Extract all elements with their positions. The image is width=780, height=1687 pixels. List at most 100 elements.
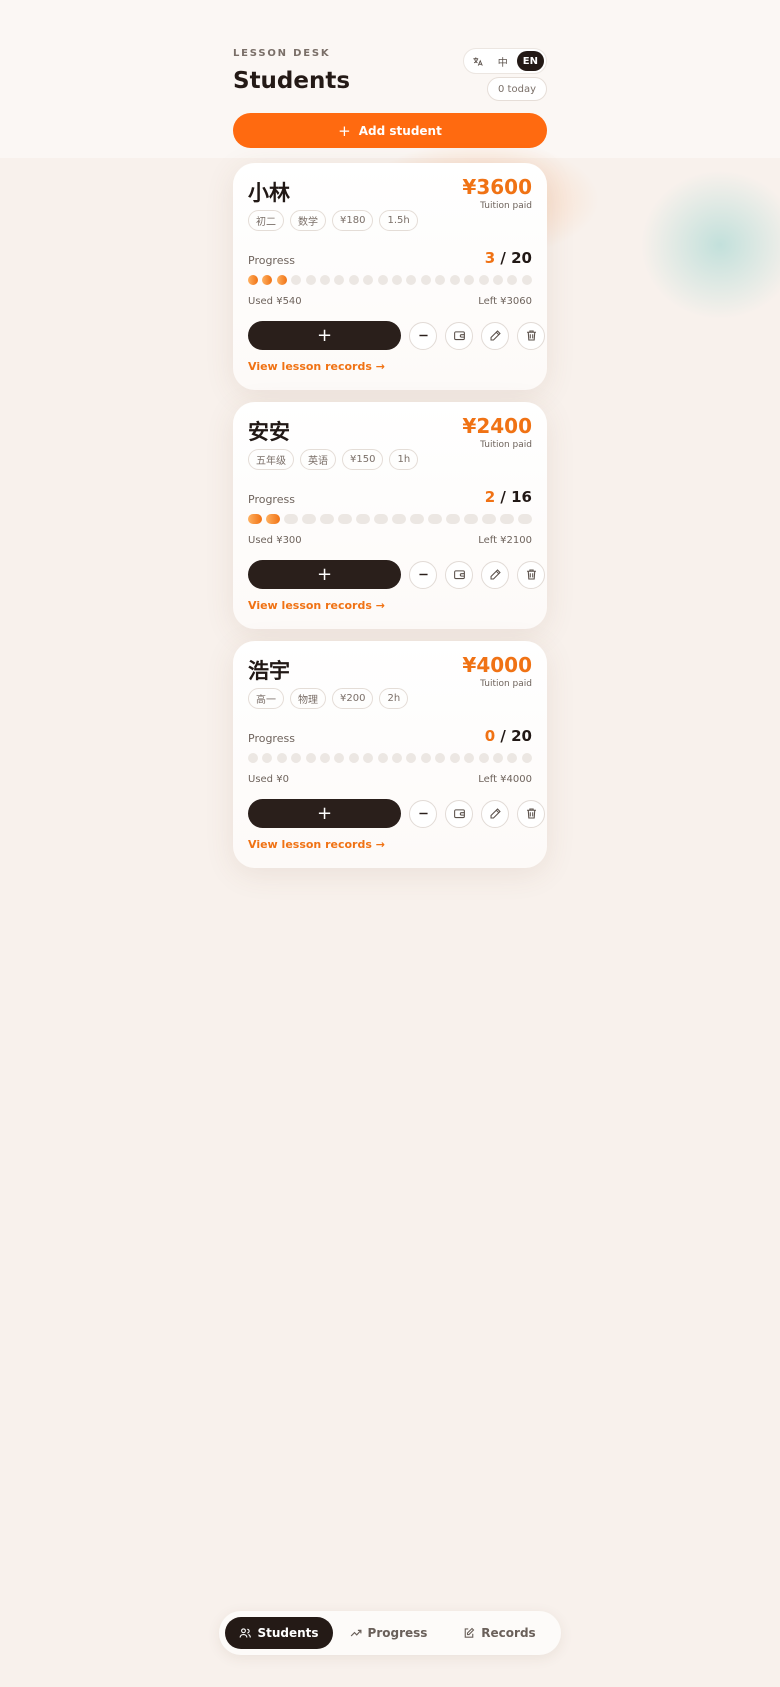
nav-progress[interactable]: Progress <box>333 1617 444 1649</box>
tuition-paid: ¥4000 Tuition paid <box>462 653 532 689</box>
trend-icon <box>350 1629 362 1637</box>
minus-icon <box>417 329 430 342</box>
student-tag: 高一 <box>248 688 284 709</box>
wallet-icon <box>453 329 466 342</box>
lang-zh-button[interactable]: 中 <box>492 51 514 71</box>
tuition-paid: ¥3600 Tuition paid <box>462 175 532 211</box>
progress-dot <box>377 753 388 763</box>
student-tag: ¥200 <box>332 688 374 709</box>
progress-dots <box>248 514 532 524</box>
progress-dot <box>464 275 475 285</box>
progress-dot <box>248 275 258 285</box>
progress-dot <box>507 753 518 763</box>
minus-icon <box>417 807 430 820</box>
app-eyebrow: LESSON DESK <box>233 48 331 59</box>
amount-used: Used ¥300 <box>248 535 302 546</box>
pencil-icon <box>489 329 502 342</box>
wallet-button[interactable] <box>445 560 473 589</box>
minus-button[interactable] <box>409 799 437 828</box>
progress-dot <box>276 753 287 763</box>
pencil-icon <box>489 807 502 820</box>
progress-dot <box>449 275 460 285</box>
student-name: 小林 <box>248 181 290 205</box>
trash-button[interactable] <box>517 560 545 589</box>
wallet-button[interactable] <box>445 321 473 350</box>
view-lesson-records-link[interactable]: View lesson records → <box>248 360 385 373</box>
pencil-icon <box>489 568 502 581</box>
progress-dot <box>320 514 334 524</box>
progress-dot <box>435 753 446 763</box>
progress-dot <box>377 275 388 285</box>
trash-button[interactable] <box>517 799 545 828</box>
trash-button[interactable] <box>517 321 545 350</box>
progress-count: 3 / 20 <box>484 249 532 267</box>
add-lesson-button[interactable]: + <box>248 321 401 350</box>
minus-button[interactable] <box>409 321 437 350</box>
student-tag: ¥180 <box>332 210 374 231</box>
student-card: 安安 五年级 英语 ¥150 1h ¥2400 Tuition paid Progre… <box>233 402 547 629</box>
progress-dot <box>420 275 431 285</box>
card-actions: + <box>248 799 545 828</box>
pencil-button[interactable] <box>481 560 509 589</box>
progress-dot <box>338 514 352 524</box>
student-tag: 数学 <box>290 210 326 231</box>
wallet-icon <box>453 568 466 581</box>
add-lesson-button[interactable]: + <box>248 560 401 589</box>
progress-dot <box>435 275 446 285</box>
plus-icon: + <box>316 564 333 585</box>
minus-button[interactable] <box>409 560 437 589</box>
lessons-total: 20 <box>511 727 532 745</box>
minus-icon <box>417 568 430 581</box>
language-switch: 中 EN <box>462 48 547 74</box>
student-card: 小林 初二 数学 ¥180 1.5h ¥3600 Tuition paid Progr… <box>233 163 547 390</box>
progress-count: 2 / 16 <box>484 488 532 506</box>
student-tags: 高一 物理 ¥200 2h <box>248 688 409 709</box>
progress-dot <box>392 275 403 285</box>
progress-dot <box>348 275 359 285</box>
nav-records[interactable]: Records <box>444 1617 555 1649</box>
amount-used: Used ¥0 <box>248 774 289 785</box>
progress-dot <box>410 514 424 524</box>
progress-dot <box>374 514 388 524</box>
progress-dot <box>262 753 273 763</box>
progress-dots <box>248 275 532 285</box>
nav-progress-label: Progress <box>367 1626 428 1640</box>
student-name: 浩宇 <box>248 659 290 683</box>
progress-dot <box>276 275 287 285</box>
add-lesson-button[interactable]: + <box>248 799 401 828</box>
nav-records-label: Records <box>481 1626 536 1640</box>
view-lesson-records-link[interactable]: View lesson records → <box>248 599 385 612</box>
nav-students[interactable]: Students <box>225 1617 333 1649</box>
progress-dot <box>449 753 460 763</box>
trash-icon <box>525 807 538 820</box>
tuition-paid: ¥2400 Tuition paid <box>462 414 532 450</box>
view-lesson-records-link[interactable]: View lesson records → <box>248 838 385 851</box>
progress-label: Progress <box>248 254 295 267</box>
progress-dot <box>363 275 374 285</box>
progress-dot <box>492 275 503 285</box>
progress-dot <box>406 753 417 763</box>
lessons-done: 3 <box>484 249 496 267</box>
progress-dot <box>518 514 532 524</box>
edit-note-icon <box>464 1627 475 1638</box>
progress-dot <box>356 514 370 524</box>
add-student-button[interactable]: + Add student <box>233 113 547 148</box>
today-count-badge: 0 today <box>487 77 547 101</box>
progress-dot <box>334 275 345 285</box>
pencil-button[interactable] <box>481 799 509 828</box>
student-tag: 初二 <box>248 210 284 231</box>
lessons-total: 20 <box>511 249 532 267</box>
progress-dot <box>262 275 273 285</box>
progress-dot <box>248 753 258 763</box>
progress-dot <box>392 753 403 763</box>
student-tags: 五年级 英语 ¥150 1h <box>248 449 419 470</box>
pencil-button[interactable] <box>481 321 509 350</box>
decorative-glow-teal <box>640 170 780 320</box>
wallet-button[interactable] <box>445 799 473 828</box>
student-tag: 1h <box>389 449 419 470</box>
progress-dot <box>446 514 460 524</box>
translate-icon[interactable] <box>466 51 489 71</box>
lang-en-button[interactable]: EN <box>516 51 544 71</box>
add-student-label: Add student <box>358 123 442 138</box>
student-name: 安安 <box>248 420 290 444</box>
